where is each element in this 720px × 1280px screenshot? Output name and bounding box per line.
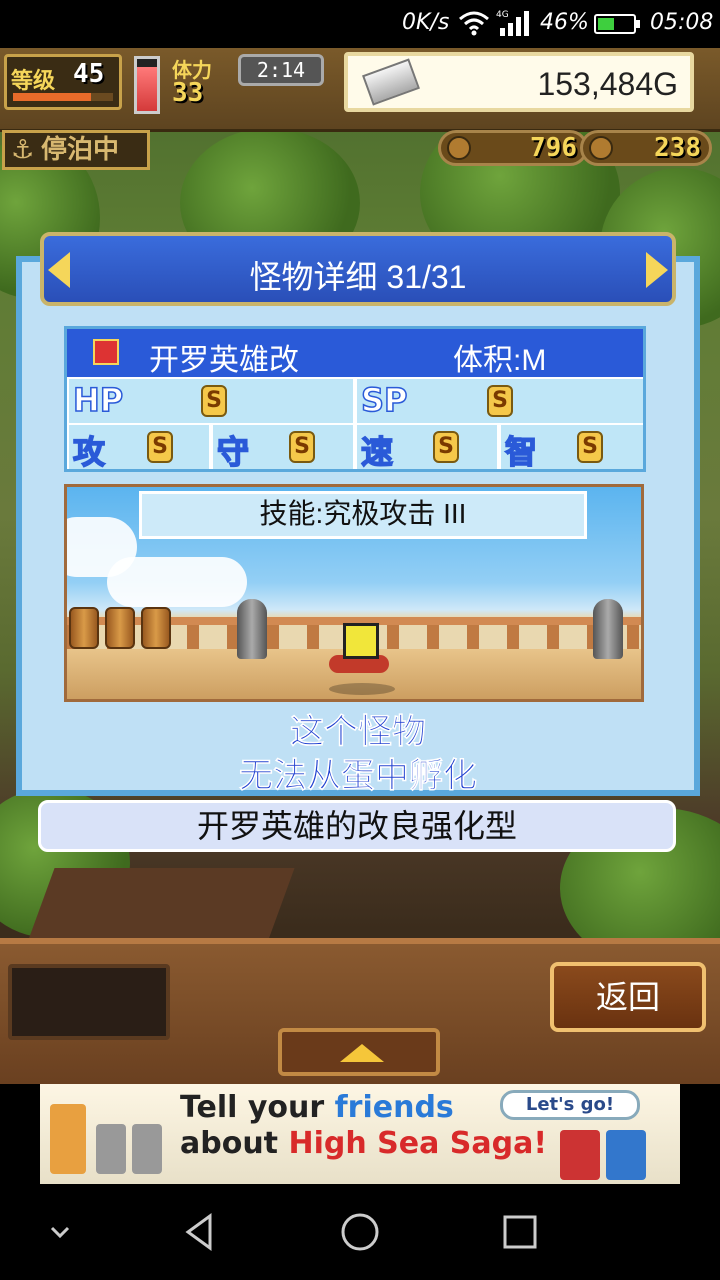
stat-defense: 守 S [213, 425, 353, 472]
resource-counter-2: 238 [580, 130, 712, 166]
stamina-value: 33 [172, 78, 204, 108]
stat-speed: 速 S [357, 425, 497, 472]
barrel-icon [105, 607, 135, 649]
grade-badge: S [147, 431, 173, 463]
stat-label: HP [72, 380, 124, 420]
character-icon [50, 1104, 86, 1174]
grade-badge: S [433, 431, 459, 463]
character-icon [560, 1130, 600, 1180]
stat-sp: SP S [357, 379, 643, 423]
back-triangle-icon[interactable] [180, 1212, 220, 1252]
clock: 05:08 [650, 10, 714, 35]
stat-label: 速 [360, 432, 394, 472]
monster-size: 体积:M [453, 344, 547, 377]
ad-text: Tell your [180, 1090, 335, 1125]
expand-menu-button[interactable] [278, 1028, 440, 1076]
grade-badge: S [487, 385, 513, 417]
battery-icon [594, 14, 640, 34]
chevron-down-icon[interactable] [40, 1212, 80, 1252]
docked-status: ⚓ 停泊中 [2, 130, 150, 170]
monster-name: 开罗英雄改 [149, 344, 299, 377]
status-bar: 0K/s 4G 46% 05:08 [0, 0, 720, 48]
level-value: 45 [73, 59, 105, 89]
stat-label: SP [360, 380, 408, 420]
ad-headline-2: about High Sea Saga! [180, 1126, 547, 1161]
docked-label: 停泊中 [41, 135, 120, 165]
level-display: 等级 45 [4, 54, 122, 110]
barrel-icon [69, 607, 99, 649]
stat-hp: HP S [69, 379, 353, 423]
character-icon [96, 1124, 126, 1174]
ad-highlight: High Sea Saga! [288, 1126, 548, 1161]
hatch-notice-line2: 无法从蛋中孵化 [239, 757, 478, 796]
fire-element-icon [93, 339, 119, 365]
cannon-icon [237, 599, 267, 659]
gold-bar-icon [362, 58, 420, 106]
battery-percent: 46% [540, 10, 589, 35]
bottom-bar: 返回 [0, 938, 720, 1084]
ad-highlight: friends [334, 1090, 454, 1125]
stat-attack: 攻 S [69, 425, 209, 472]
skill-label: 技能:究极攻击 III [139, 491, 587, 539]
monster-info-row: 开罗英雄改 体积:M [67, 329, 643, 377]
wifi-icon [459, 11, 489, 36]
stamina-gauge [134, 56, 160, 114]
panel-title: 怪物详细 31/31 [249, 259, 467, 295]
barrel-icon [141, 607, 171, 649]
ad-banner[interactable]: Tell your friends about High Sea Saga! L… [40, 1084, 680, 1184]
stamina-timer: 2:14 [238, 54, 324, 86]
ad-headline-1: Tell your friends [180, 1090, 454, 1125]
empty-slot [8, 964, 170, 1040]
monster-shadow [329, 683, 395, 695]
hatch-notice-line1: 这个怪物 [290, 713, 427, 752]
monster-description: 开罗英雄的改良强化型 [38, 800, 676, 852]
cannon-icon [593, 599, 623, 659]
top-hud: 等级 45 体力 33 2:14 153,484G [0, 48, 720, 132]
gold-display: 153,484G [344, 52, 694, 112]
network-type-label: 4G [496, 10, 509, 20]
back-button[interactable]: 返回 [550, 962, 706, 1032]
resource-1-value: 796 [530, 133, 577, 163]
resource-counter-1: 796 [438, 130, 588, 166]
grade-badge: S [577, 431, 603, 463]
monster-stats-table: 开罗英雄改 体积:M HP S SP S 攻 S 守 S 速 S 智 S [64, 326, 646, 472]
character-icon [606, 1130, 646, 1180]
stat-label: 智 [504, 432, 538, 472]
grade-badge: S [289, 431, 315, 463]
medal-icon [589, 136, 613, 160]
panel-header: 怪物详细 31/31 [40, 232, 676, 306]
stat-intelligence: 智 S [501, 425, 643, 472]
home-circle-icon[interactable] [340, 1212, 380, 1252]
signal-icon: 4G [496, 10, 529, 36]
food-icon [447, 136, 471, 160]
resource-2-value: 238 [654, 133, 701, 163]
ad-cta-button[interactable]: Let's go! [500, 1090, 640, 1120]
grade-badge: S [201, 385, 227, 417]
up-arrow-icon [340, 1044, 384, 1062]
monster-sprite [343, 623, 379, 659]
next-arrow-icon[interactable] [646, 252, 668, 288]
stat-label: 攻 [72, 432, 106, 472]
ad-text: about [180, 1126, 289, 1161]
network-speed: 0K/s [402, 10, 450, 35]
stat-label: 守 [216, 432, 250, 472]
monster-preview-scene: 技能:究极攻击 III [64, 484, 644, 702]
anchor-icon: ⚓ [11, 135, 35, 165]
experience-bar [13, 93, 113, 101]
level-label: 等级 [11, 69, 56, 94]
recent-apps-icon[interactable] [500, 1212, 540, 1252]
navigation-bar [0, 1184, 720, 1280]
gold-value: 153,484G [537, 66, 678, 102]
character-icon [132, 1124, 162, 1174]
